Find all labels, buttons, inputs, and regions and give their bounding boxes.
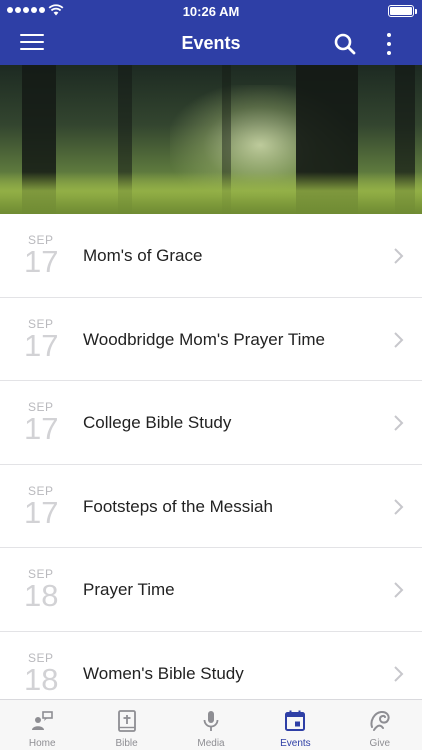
event-row[interactable]: SEP 18 Prayer Time <box>0 548 422 632</box>
hero-forest-image <box>0 65 422 214</box>
event-title: Footsteps of the Messiah <box>83 496 273 516</box>
tab-label: Home <box>28 738 56 749</box>
microphone-icon <box>203 711 219 731</box>
event-title: Woodbridge Mom's Prayer Time <box>83 329 325 349</box>
search-icon[interactable] <box>333 32 357 56</box>
chevron-right-icon <box>394 665 404 682</box>
event-day: 17 <box>24 494 59 530</box>
event-day: 18 <box>24 661 59 697</box>
status-bar: 10:26 AM <box>0 0 422 22</box>
chevron-right-icon <box>394 415 404 431</box>
tab-bar: Home Bible Media Events Give <box>0 699 422 750</box>
event-day: 17 <box>24 327 59 363</box>
chevron-right-icon <box>394 498 404 515</box>
calendar-icon <box>285 710 306 731</box>
events-list: SEP 17 Mom's of Grace SEP 17 Woodbridge … <box>0 214 422 699</box>
event-title: Prayer Time <box>83 580 175 599</box>
tab-bible[interactable]: Bible <box>84 700 168 750</box>
event-day: 17 <box>24 411 59 446</box>
more-options-icon[interactable] <box>380 31 398 57</box>
event-day: 18 <box>24 578 59 613</box>
event-row[interactable]: SEP 18 Women's Bible Study <box>0 632 422 700</box>
tab-label: Give <box>369 738 391 749</box>
event-title: Women's Bible Study <box>83 663 244 683</box>
give-icon <box>370 710 390 731</box>
battery-icon <box>388 5 417 17</box>
event-row[interactable]: SEP 17 Footsteps of the Messiah <box>0 465 422 548</box>
tab-label: Media <box>197 738 225 749</box>
event-row[interactable]: SEP 17 Woodbridge Mom's Prayer Time <box>0 298 422 381</box>
status-time: 10:26 AM <box>182 4 240 19</box>
chevron-right-icon <box>394 582 404 598</box>
tab-label: Events <box>280 738 311 749</box>
chevron-right-icon <box>394 248 404 264</box>
tab-events[interactable]: Events <box>253 700 337 750</box>
event-title: College Bible Study <box>83 413 232 432</box>
tab-media[interactable]: Media <box>169 700 253 750</box>
app-header: 10:26 AM Events <box>0 0 422 65</box>
home-icon <box>32 711 53 730</box>
page-title: Events <box>181 33 241 53</box>
bible-icon <box>117 710 136 732</box>
chevron-right-icon <box>394 331 404 348</box>
menu-button[interactable] <box>20 34 44 52</box>
event-row[interactable]: SEP 17 College Bible Study <box>0 381 422 465</box>
event-day: 17 <box>24 244 59 279</box>
event-title: Mom's of Grace <box>83 246 203 265</box>
tab-label: Bible <box>115 738 138 749</box>
tab-home[interactable]: Home <box>0 700 84 750</box>
tab-give[interactable]: Give <box>338 700 422 750</box>
event-row[interactable]: SEP 17 Mom's of Grace <box>0 214 422 298</box>
